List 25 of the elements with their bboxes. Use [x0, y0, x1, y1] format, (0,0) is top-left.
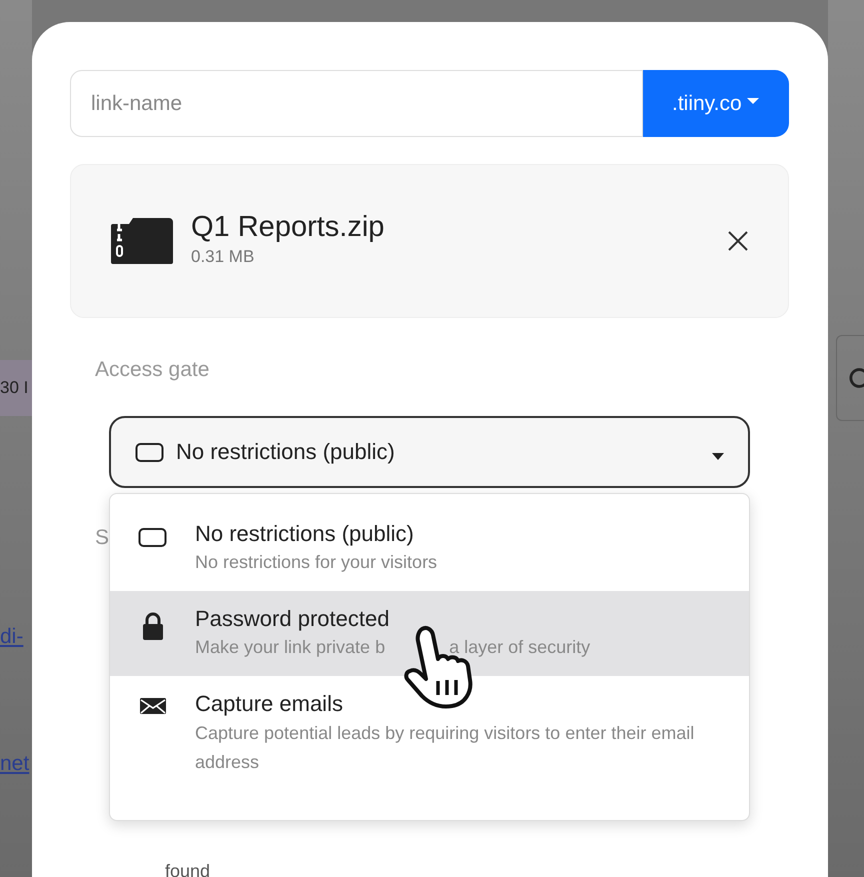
access-gate-label: Access gate [95, 357, 210, 383]
option-description: a layer of security [449, 637, 590, 658]
option-title: Capture emails [195, 690, 344, 718]
file-size: 0.31 MB [191, 246, 256, 268]
dropdown-item[interactable]: No restrictions (public) No restrictions for your visitors [110, 506, 749, 591]
option-description: No restrictions for your visitors [195, 551, 438, 574]
rectangle-icon [135, 440, 164, 462]
option-title: No restrictions (public) [195, 520, 415, 548]
count-badge: 30 I [0, 360, 32, 416]
help-text: found [165, 860, 212, 877]
access-gate-select[interactable]: No restrictions (public) [109, 416, 750, 488]
domain-dropdown-button[interactable]: .tiiny.co [642, 70, 789, 137]
link-name-field[interactable]: link-name [70, 70, 643, 137]
option-title: Password protected [195, 604, 390, 633]
dropdown-item[interactable]: Capture emails Capture potential leads by requiring visitors to enter their email address [110, 676, 749, 790]
option-description: Capture potential leads by requiring visitors to enter their email address [195, 722, 696, 774]
caret-icon [712, 453, 724, 460]
close-icon[interactable] [728, 231, 748, 251]
lock-icon [140, 610, 164, 641]
envelope-icon [138, 696, 166, 716]
rectangle-icon [138, 526, 167, 548]
file-name: Q1 Reports.zip [191, 212, 386, 244]
option-description: Make your link private b [195, 637, 386, 658]
zip-file-icon [109, 216, 175, 266]
section-label: S [95, 524, 110, 550]
